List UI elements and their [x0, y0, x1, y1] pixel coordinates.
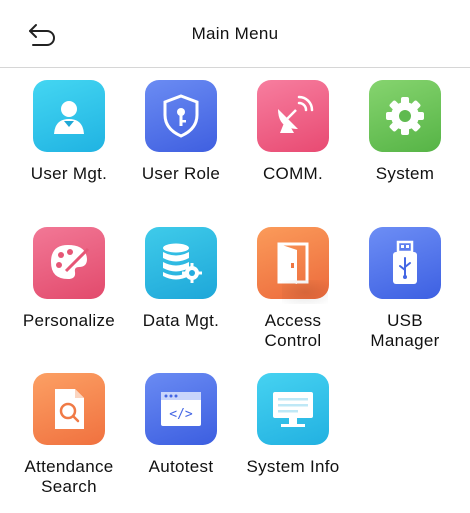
menu-label-user-mgt: User Mgt. — [30, 164, 108, 183]
svg-text:</>: </> — [169, 407, 193, 422]
menu-item-user-role[interactable]: User Role — [122, 80, 240, 220]
menu-item-comm[interactable]: COMM. — [234, 80, 352, 220]
touch-shadow — [282, 280, 328, 304]
menu-label-usb-manager: USB Manager — [370, 311, 440, 350]
menu-item-data-mgt[interactable]: Data Mgt. — [122, 227, 240, 367]
gear-icon — [369, 80, 441, 152]
header-bar: Main Menu — [0, 0, 470, 68]
page-title: Main Menu — [191, 24, 279, 43]
user-icon — [33, 80, 105, 152]
menu-label-attendance-search: Attendance Search — [24, 457, 114, 496]
menu-label-system: System — [375, 164, 435, 183]
palette-icon — [33, 227, 105, 299]
menu-item-system-info[interactable]: System Info — [234, 373, 352, 513]
menu-label-data-mgt: Data Mgt. — [142, 311, 220, 330]
menu-label-comm: COMM. — [262, 164, 324, 183]
menu-item-personalize[interactable]: Personalize — [10, 227, 128, 367]
menu-label-personalize: Personalize — [22, 311, 116, 330]
document-search-icon — [33, 373, 105, 445]
menu-item-usb-manager[interactable]: USB Manager — [346, 227, 464, 367]
menu-label-access-control: Access Control — [264, 311, 322, 350]
menu-item-system[interactable]: System — [346, 80, 464, 220]
shield-key-icon — [145, 80, 217, 152]
menu-item-attendance-search[interactable]: Attendance Search — [10, 373, 128, 513]
code-window-icon: </> — [145, 373, 217, 445]
menu-item-autotest[interactable]: </> Autotest — [122, 373, 240, 513]
menu-label-autotest: Autotest — [148, 457, 214, 476]
database-gear-icon — [145, 227, 217, 299]
menu-item-user-mgt[interactable]: User Mgt. — [10, 80, 128, 220]
menu-label-user-role: User Role — [141, 164, 221, 183]
menu-label-system-info: System Info — [246, 457, 340, 476]
satellite-dish-icon — [257, 80, 329, 152]
monitor-icon — [257, 373, 329, 445]
usb-drive-icon — [369, 227, 441, 299]
